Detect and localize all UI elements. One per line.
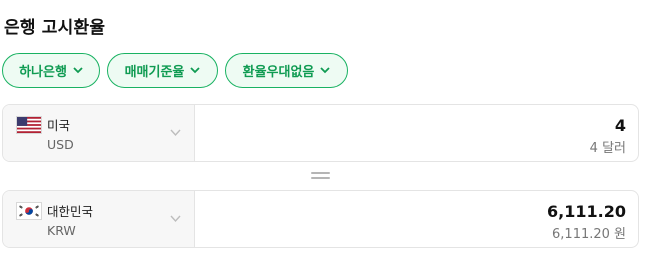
currency-name: 미국 [47, 118, 71, 133]
chevron-down-icon [190, 67, 201, 74]
to-currency-card: 대한민국 KRW 6,111.20 6,111.20 원 [2, 190, 639, 248]
currency-name: 대한민국 [47, 204, 94, 219]
bank-select-chip[interactable]: 하나은행 [2, 53, 100, 88]
preferential-rate-select-chip[interactable]: 환율우대없음 [225, 53, 348, 88]
kr-flag-icon [16, 202, 42, 220]
currency-code: USD [47, 137, 74, 152]
from-currency-select[interactable]: 미국 USD [3, 105, 195, 161]
equals-icon [311, 172, 330, 180]
chevron-down-icon [320, 67, 331, 74]
chip-label: 하나은행 [19, 65, 67, 80]
chip-label: 매매기준율 [124, 65, 185, 80]
chevron-down-icon [170, 215, 181, 223]
page-title: 은행 고시환율 [4, 18, 106, 38]
amount-input[interactable]: 4 [615, 116, 626, 135]
chevron-down-icon [170, 129, 181, 137]
rate-type-select-chip[interactable]: 매매기준율 [107, 53, 218, 88]
chip-label: 환율우대없음 [242, 65, 315, 80]
us-flag-icon [16, 116, 42, 134]
from-currency-card: 미국 USD 4 4 달러 [2, 104, 639, 162]
amount-caption: 6,111.20 원 [552, 227, 626, 242]
amount-input[interactable]: 6,111.20 [547, 202, 626, 221]
to-currency-select[interactable]: 대한민국 KRW [3, 191, 195, 247]
currency-code: KRW [47, 223, 76, 238]
amount-caption: 4 달러 [589, 141, 626, 156]
chevron-down-icon [73, 67, 83, 74]
